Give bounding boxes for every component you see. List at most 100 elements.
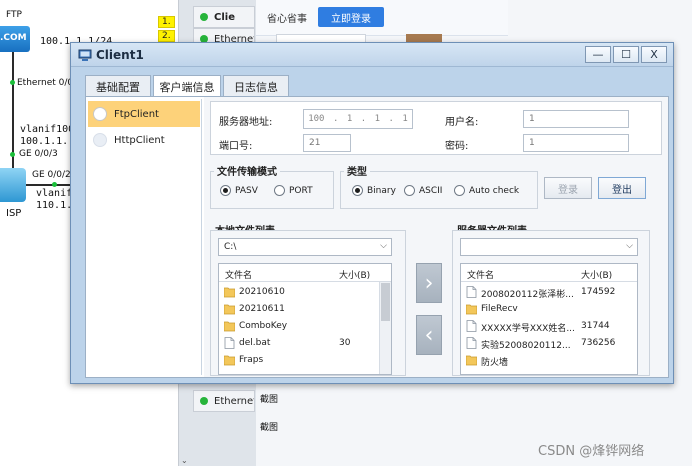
port-label-ge003: GE 0/0/3 [19,149,58,159]
column-header-name[interactable]: 文件名 [225,268,252,281]
port-input[interactable]: 21 [303,134,351,152]
username-input[interactable]: 1 [523,110,629,128]
radio-pasv[interactable]: PASV [220,185,258,196]
download-arrow-button[interactable]: ‹ [416,315,442,355]
client-window[interactable]: Client1 — ☐ X 基础配置 客户端信息 日志信息 FtpClient … [70,42,674,384]
file-name: FileRecv [481,304,518,314]
radio-auto-check[interactable]: Auto check [454,185,519,196]
ip-label-a: 100.1.1. [20,136,69,147]
nav-item-label: FtpClient [114,108,159,120]
file-size: 31744 [581,321,610,331]
ip-octet: 100 [308,114,325,124]
logout-button[interactable]: 登出 [598,177,646,199]
server-ip-input[interactable]: 100. 1. 1. 1 [303,109,413,129]
transfer-mode-title: 文件传输模式 [214,163,280,178]
radio-checked-icon [352,185,363,196]
local-file-list[interactable]: 文件名 大小(B) 20210610 20210611 ComboKey del.ba… [218,263,392,375]
status-running-icon [200,397,208,405]
file-name: XXXXX学号XXX姓名... [481,324,575,334]
radio-unchecked-icon [454,185,465,196]
radio-ascii[interactable]: ASCII [404,185,442,196]
file-row[interactable]: ComboKey [219,318,391,335]
file-row[interactable]: XXXXX学号XXX姓名... 31744 [461,318,637,335]
vlanif-label-b: vlanif [36,188,73,199]
upload-arrow-button[interactable]: › [416,263,442,303]
isp-label: ISP [6,208,22,219]
password-input[interactable]: 1 [523,134,629,152]
local-list-header: 文件名 大小(B) [219,264,391,282]
port-label: 端口号: [219,141,253,152]
port-up-dot [10,80,15,85]
vlanif-label-a: vlanif100 [20,124,75,135]
radio-label: ASCII [419,185,443,196]
port-up-dot [10,152,15,157]
window-titlebar[interactable]: Client1 — ☐ X [71,43,673,67]
tab-basic-config[interactable]: 基础配置 [85,75,151,97]
status-running-icon [200,13,208,21]
capture-label: 截图 [260,423,279,433]
radio-label: PASV [235,185,258,196]
server-path-select[interactable]: ⌵ [460,238,638,256]
file-row[interactable]: 20210610 [219,284,391,301]
ftp-client-form: 服务器地址: 100. 1. 1. 1 用户名: 1 端口号: 21 密码: 1… [204,97,668,377]
local-list-scrollbar[interactable] [379,282,391,374]
nav-item-ftpclient[interactable]: FtpClient [88,101,200,127]
radio-label: Binary [367,185,396,196]
username-label: 用户名: [445,117,479,128]
column-header-size[interactable]: 大小(B) [581,268,612,281]
folder-icon [224,355,235,366]
file-row[interactable]: 20210611 [219,301,391,318]
switch-icon[interactable] [0,168,26,202]
file-name: 20210610 [239,287,285,297]
port-up-dot [52,182,57,187]
file-name: ComboKey [239,321,288,331]
promo-bar: 省心省事 立即登录 [256,0,508,36]
device-row-client[interactable]: Clie [193,6,255,28]
file-row[interactable]: 防火墙 [461,352,637,369]
file-row[interactable]: Fraps [219,352,391,369]
radio-port[interactable]: PORT [274,185,313,196]
radio-checked-icon [220,185,231,196]
close-button[interactable]: X [641,46,667,63]
ftp-server-icon[interactable]: .COM [0,26,30,52]
device-row-ethernet[interactable]: Ethernet [193,390,255,412]
file-row[interactable]: 实验52008020112... 736256 [461,335,637,352]
scrollbar-thumb[interactable] [381,283,390,321]
file-name: del.bat [239,338,271,348]
tab-log-info[interactable]: 日志信息 [223,75,289,97]
radio-binary[interactable]: Binary [352,185,396,196]
radio-label: PORT [289,185,313,196]
file-icon [466,337,477,349]
folder-icon [466,304,477,315]
file-row[interactable]: FileRecv [461,301,637,318]
folder-icon [224,287,235,298]
device-name: Clie [214,11,235,23]
radio-unchecked-icon [274,185,285,196]
nav-item-label: HttpClient [114,134,165,146]
file-row[interactable]: del.bat 30 [219,335,391,352]
column-header-name[interactable]: 文件名 [467,268,494,281]
command-tag-1: 1. [158,16,175,28]
chevron-down-icon: ⌵ [626,241,633,251]
folder-icon [466,355,477,366]
file-name: Fraps [239,355,264,365]
server-file-list[interactable]: 文件名 大小(B) 2008020112张泽彬... 174592 FileRecv… [460,263,638,375]
local-path-select[interactable]: C:\ ⌵ [218,238,392,256]
login-now-button[interactable]: 立即登录 [318,7,384,27]
ip-dot: . [332,114,339,124]
nav-item-httpclient[interactable]: HttpClient [88,127,200,153]
collapse-arrow-icon[interactable]: ⌄ [181,456,188,465]
client-app-icon [78,49,92,61]
server-settings-box: 服务器地址: 100. 1. 1. 1 用户名: 1 端口号: 21 密码: 1 [210,101,662,155]
nav-circle-icon [93,133,107,147]
column-header-size[interactable]: 大小(B) [339,268,370,281]
tab-content: FtpClient HttpClient 服务器地址: 100. 1. 1. 1… [85,96,669,378]
tab-client-info[interactable]: 客户端信息 [153,75,221,98]
minimize-button[interactable]: — [585,46,611,63]
file-icon [466,320,477,332]
server-badge: .COM [0,33,27,43]
maximize-button[interactable]: ☐ [613,46,639,63]
promo-text: 省心省事 [267,14,307,25]
login-button[interactable]: 登录 [544,177,592,199]
file-row[interactable]: 2008020112张泽彬... 174592 [461,284,637,301]
